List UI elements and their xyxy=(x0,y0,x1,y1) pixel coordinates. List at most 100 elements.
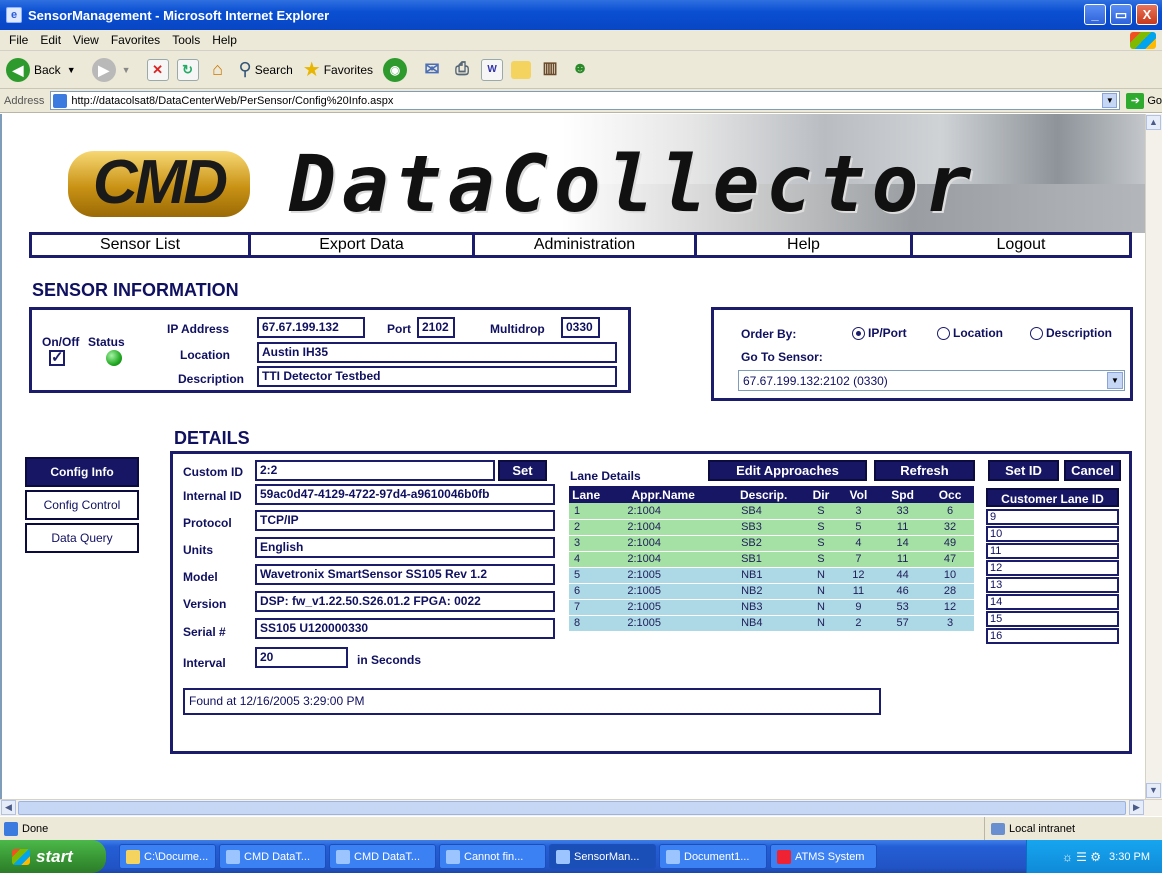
location-label: Location xyxy=(180,348,230,362)
app-icon xyxy=(446,849,460,864)
ip-address-field[interactable]: 67.67.199.132 xyxy=(257,317,365,338)
minimize-button[interactable]: _ xyxy=(1084,4,1106,25)
interval-field[interactable]: 20 xyxy=(255,647,348,668)
stop-icon[interactable]: ✕ xyxy=(146,58,169,81)
menu-favorites[interactable]: Favorites xyxy=(111,33,160,47)
customer-lane-id-field[interactable]: 10 xyxy=(986,526,1119,542)
status-text: Done xyxy=(22,822,49,835)
menu-file[interactable]: File xyxy=(9,33,28,47)
location-field[interactable]: Austin IH35 xyxy=(257,342,617,363)
taskbar-item[interactable]: C:\Docume... xyxy=(119,844,216,869)
col-spd: Spd xyxy=(879,486,927,503)
maximize-button[interactable]: ▭ xyxy=(1110,4,1132,25)
address-input[interactable]: http://datacolsat8/DataCenterWeb/PerSens… xyxy=(50,91,1121,110)
edit-word-icon[interactable]: W xyxy=(481,58,504,81)
app-icon xyxy=(226,849,240,864)
taskbar-item[interactable]: Document1... xyxy=(659,844,767,869)
scroll-down-icon[interactable]: ▼ xyxy=(1146,783,1161,798)
menu-view[interactable]: View xyxy=(73,33,99,47)
nav-help[interactable]: Help xyxy=(697,235,913,255)
internal-id-field[interactable]: 59ac0d47-4129-4722-97d4-a9610046b0fb xyxy=(255,484,555,505)
protocol-field[interactable]: TCP/IP xyxy=(255,510,555,531)
task-list: C:\Docume... CMD DataT... CMD DataT... Cann… xyxy=(116,844,877,869)
nav-export-data[interactable]: Export Data xyxy=(251,235,475,255)
model-field[interactable]: Wavetronix SmartSensor SS105 Rev 1.2 xyxy=(255,564,555,585)
multidrop-field[interactable]: 0330 xyxy=(561,317,600,338)
scroll-thumb[interactable] xyxy=(18,801,1126,815)
cancel-button[interactable]: Cancel xyxy=(1064,460,1121,481)
menu-tools[interactable]: Tools xyxy=(172,33,200,47)
favorites-button[interactable]: ★ Favorites xyxy=(303,57,373,82)
taskbar-item[interactable]: ATMS System xyxy=(770,844,877,869)
taskbar-item-label: CMD DataT... xyxy=(354,850,421,863)
description-label: Description xyxy=(178,372,245,386)
forward-button[interactable]: ▶ ▼ xyxy=(82,57,131,82)
window-titlebar[interactable]: e SensorManagement - Microsoft Internet … xyxy=(0,0,1162,30)
taskbar-item[interactable]: Cannot fin... xyxy=(439,844,546,869)
scroll-up-icon[interactable]: ▲ xyxy=(1146,115,1161,130)
serial-field[interactable]: SS105 U120000330 xyxy=(255,618,555,639)
mail-icon[interactable]: ✉ xyxy=(421,59,443,81)
chevron-down-icon[interactable]: ▼ xyxy=(1107,372,1123,389)
print-icon[interactable]: ⎙ xyxy=(451,59,473,81)
customer-lane-id-field[interactable]: 16 xyxy=(986,628,1119,644)
scroll-right-icon[interactable]: ▶ xyxy=(1129,800,1144,815)
customer-lane-id-field[interactable]: 11 xyxy=(986,543,1119,559)
taskbar-item-label: SensorMan... xyxy=(574,850,640,863)
close-button[interactable]: X xyxy=(1136,4,1158,25)
lane-cell: 7 xyxy=(837,551,880,568)
custom-id-field[interactable]: 2:2 xyxy=(255,460,495,481)
tab-data-query[interactable]: Data Query xyxy=(25,523,139,553)
menu-help[interactable]: Help xyxy=(212,33,237,47)
units-field[interactable]: English xyxy=(255,537,555,558)
back-button[interactable]: ◀ Back ▼ xyxy=(6,57,76,82)
nav-sensor-list[interactable]: Sensor List xyxy=(32,235,251,255)
order-panel: Order By: IP/Port Location Description G… xyxy=(711,307,1133,401)
order-ip-radio[interactable]: IP/Port xyxy=(852,326,907,340)
research-icon[interactable]: ▥ xyxy=(539,59,561,81)
vertical-scrollbar[interactable]: ▲ ▼ xyxy=(1145,114,1162,799)
version-field[interactable]: DSP: fw_v1.22.50.S26.01.2 FPGA: 0022 xyxy=(255,591,555,612)
favorites-label: Favorites xyxy=(323,62,374,77)
start-button[interactable]: start xyxy=(0,840,106,873)
order-description-radio[interactable]: Description xyxy=(1030,326,1112,340)
customer-lane-id-field[interactable]: 15 xyxy=(986,611,1119,627)
taskbar-item[interactable]: CMD DataT... xyxy=(329,844,436,869)
search-button[interactable]: ⚲ Search xyxy=(239,59,293,80)
port-field[interactable]: 2102 xyxy=(417,317,455,338)
order-location-radio[interactable]: Location xyxy=(937,326,1003,340)
horizontal-scrollbar[interactable]: ◀ ▶ xyxy=(0,799,1162,816)
customer-lane-id-field[interactable]: 9 xyxy=(986,509,1119,525)
custom-id-label: Custom ID xyxy=(183,465,243,479)
refresh-icon[interactable]: ↻ xyxy=(176,58,199,81)
tab-config-info[interactable]: Config Info xyxy=(25,457,139,487)
set-id-button[interactable]: Set ID xyxy=(988,460,1059,481)
col-dir: Dir xyxy=(804,486,838,503)
customer-lane-id-field[interactable]: 14 xyxy=(986,594,1119,610)
folder-icon[interactable] xyxy=(511,60,532,79)
lane-row: 7 2:1005 NB3 N 9 53 12 xyxy=(569,599,974,616)
onoff-checkbox[interactable]: ✓ xyxy=(49,350,65,366)
messenger-icon[interactable]: ☻ xyxy=(569,59,591,81)
description-field[interactable]: TTI Detector Testbed xyxy=(257,366,617,387)
goto-sensor-select[interactable]: 67.67.199.132:2102 (0330) ▼ xyxy=(738,370,1125,391)
address-url: http://datacolsat8/DataCenterWeb/PerSens… xyxy=(71,94,394,107)
chevron-down-icon[interactable]: ▼ xyxy=(1102,93,1118,108)
customer-lane-id-field[interactable]: 13 xyxy=(986,577,1119,593)
home-icon[interactable]: ⌂ xyxy=(207,59,229,81)
nav-administration[interactable]: Administration xyxy=(475,235,697,255)
go-button[interactable]: ➔ Go xyxy=(1126,92,1162,109)
menu-edit[interactable]: Edit xyxy=(40,33,61,47)
scroll-left-icon[interactable]: ◀ xyxy=(1,800,16,815)
edit-approaches-button[interactable]: Edit Approaches xyxy=(708,460,867,481)
set-button[interactable]: Set xyxy=(498,460,547,481)
taskbar-item[interactable]: SensorMan... xyxy=(549,844,656,869)
nav-logout[interactable]: Logout xyxy=(913,235,1129,255)
lane-details-title: Lane Details xyxy=(570,469,641,483)
refresh-button[interactable]: Refresh xyxy=(874,460,975,481)
taskbar-item[interactable]: CMD DataT... xyxy=(219,844,326,869)
lane-cell: S xyxy=(804,519,838,536)
tab-config-control[interactable]: Config Control xyxy=(25,490,139,520)
media-icon[interactable]: ◉ xyxy=(383,57,408,82)
customer-lane-id-field[interactable]: 12 xyxy=(986,560,1119,576)
